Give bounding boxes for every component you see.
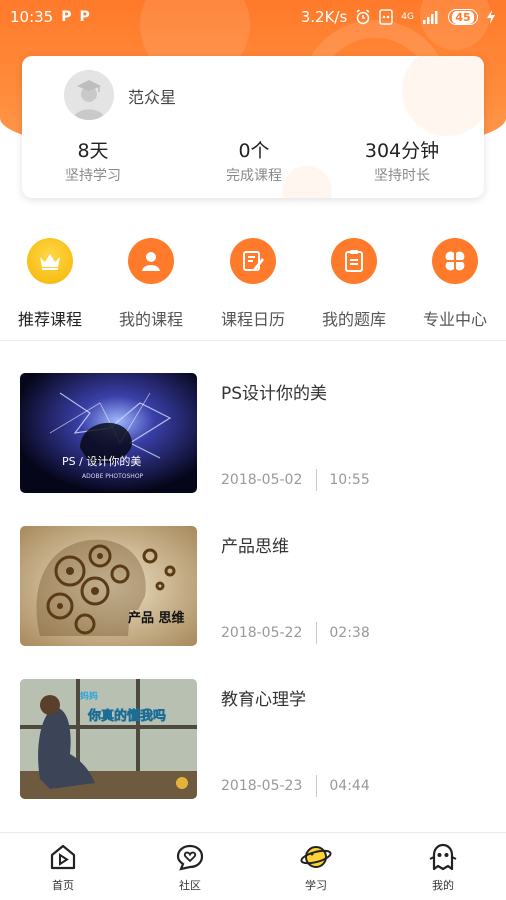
stat-label: 坚持学习 bbox=[65, 168, 121, 184]
crown-icon bbox=[27, 238, 73, 284]
tab-label: 我的 bbox=[432, 879, 454, 892]
alarm-icon bbox=[356, 9, 370, 25]
thumbnail-text: PS / 设计你的美 bbox=[62, 454, 141, 468]
notebook-pen-icon bbox=[230, 238, 276, 284]
stat-completed-courses: 0个 完成课程 bbox=[184, 136, 324, 185]
user-name: 范众星 bbox=[128, 88, 177, 107]
tab-label: 首页 bbox=[52, 879, 74, 892]
course-title[interactable]: 教育心理学 bbox=[221, 685, 306, 710]
tab-label: 社区 bbox=[179, 879, 201, 892]
course-thumbnail[interactable]: 产品 思维 bbox=[20, 526, 197, 646]
course-meta: 2018-05-22 02:38 bbox=[221, 622, 370, 644]
card-decoration bbox=[402, 56, 484, 136]
course-thumbnail[interactable]: PS / 设计你的美 ADOBE PHOTOSHOP bbox=[20, 373, 197, 493]
charging-icon bbox=[487, 10, 495, 24]
thumbnail-text: 你真的懂我吗 bbox=[87, 708, 166, 724]
course-meta: 2018-05-23 04:44 bbox=[221, 775, 370, 797]
status-time: 10:35 bbox=[10, 8, 54, 26]
home-play-icon bbox=[50, 844, 76, 870]
stat-value: 304分钟 bbox=[364, 140, 440, 162]
tab-study[interactable]: 学习 bbox=[276, 843, 356, 893]
nav-my-courses[interactable]: 我的课程 bbox=[101, 238, 201, 330]
avatar[interactable] bbox=[64, 70, 114, 120]
course-title[interactable]: 产品思维 bbox=[221, 532, 289, 557]
course-duration: 02:38 bbox=[329, 625, 370, 641]
tab-home[interactable]: 首页 bbox=[23, 843, 103, 893]
course-title[interactable]: PS设计你的美 bbox=[221, 379, 327, 404]
nav-label: 推荐课程 bbox=[17, 310, 82, 329]
network-type: 4G bbox=[401, 11, 414, 22]
course-date: 2018-05-23 bbox=[221, 778, 303, 794]
heart-chat-icon bbox=[176, 844, 204, 871]
category-nav: 推荐课程 我的课程 课程日历 我的题库 专业中心 bbox=[0, 238, 506, 330]
nav-label: 专业中心 bbox=[422, 310, 487, 329]
tab-label: 学习 bbox=[305, 879, 327, 892]
mascot-icon bbox=[429, 843, 457, 871]
course-item[interactable]: 妈妈 你真的懂我吗 教育心理学 2018-05-23 04:44 bbox=[0, 679, 506, 801]
stat-study-days: 8天 坚持学习 bbox=[23, 136, 163, 185]
course-meta: 2018-05-02 10:55 bbox=[221, 469, 370, 491]
nav-major-center[interactable]: 专业中心 bbox=[405, 238, 505, 330]
course-duration: 04:44 bbox=[329, 778, 370, 794]
clipboard-icon bbox=[331, 238, 377, 284]
profile-card[interactable]: 范众星 8天 坚持学习 0个 完成课程 304分钟 坚持时长 bbox=[22, 56, 484, 198]
planet-icon bbox=[300, 846, 332, 868]
stat-label: 坚持时长 bbox=[374, 168, 430, 184]
course-thumbnail[interactable]: 妈妈 你真的懂我吗 bbox=[20, 679, 197, 799]
meta-separator bbox=[316, 622, 318, 644]
p-app-icon: P bbox=[79, 9, 90, 25]
course-duration: 10:55 bbox=[329, 472, 370, 488]
nav-recommended-courses[interactable]: 推荐课程 bbox=[0, 238, 100, 330]
stat-label: 完成课程 bbox=[226, 168, 282, 184]
thumbnail-subtext: ADOBE PHOTOSHOP bbox=[82, 473, 144, 480]
meta-separator bbox=[316, 775, 318, 797]
meta-separator bbox=[316, 469, 318, 491]
nav-label: 我的题库 bbox=[321, 310, 386, 329]
grid-flower-icon bbox=[432, 238, 478, 284]
stat-value: 8天 bbox=[77, 140, 109, 162]
network-speed: 3.2K/s bbox=[300, 8, 348, 26]
nav-my-question-bank[interactable]: 我的题库 bbox=[304, 238, 404, 330]
p-app-icon: P bbox=[61, 9, 72, 25]
thumbnail-text: 产品 思维 bbox=[128, 610, 185, 626]
stat-study-duration: 304分钟 坚持时长 bbox=[332, 136, 472, 185]
course-date: 2018-05-02 bbox=[221, 472, 303, 488]
nav-label: 我的课程 bbox=[118, 310, 183, 329]
tab-mine[interactable]: 我的 bbox=[403, 843, 483, 893]
default-avatar-icon bbox=[64, 70, 114, 120]
course-item[interactable]: 产品 思维 产品思维 2018-05-22 02:38 bbox=[0, 526, 506, 648]
user-icon bbox=[128, 238, 174, 284]
status-bar: 10:35 P P 3.2K/s 4G 45 bbox=[0, 0, 506, 34]
signal-icon bbox=[423, 11, 438, 24]
section-divider bbox=[0, 340, 506, 341]
battery-indicator: 45 bbox=[448, 9, 478, 25]
thumbnail-subtext: 妈妈 bbox=[80, 690, 98, 702]
course-date: 2018-05-22 bbox=[221, 625, 303, 641]
sim-icon bbox=[379, 9, 394, 25]
stat-value: 0个 bbox=[238, 140, 270, 162]
nav-course-calendar[interactable]: 课程日历 bbox=[203, 238, 303, 330]
nav-label: 课程日历 bbox=[220, 310, 285, 329]
bottom-tab-bar: 首页 社区 学习 我的 bbox=[0, 832, 506, 900]
course-item[interactable]: PS / 设计你的美 ADOBE PHOTOSHOP PS设计你的美 2018-… bbox=[0, 373, 506, 495]
tab-community[interactable]: 社区 bbox=[150, 843, 230, 893]
